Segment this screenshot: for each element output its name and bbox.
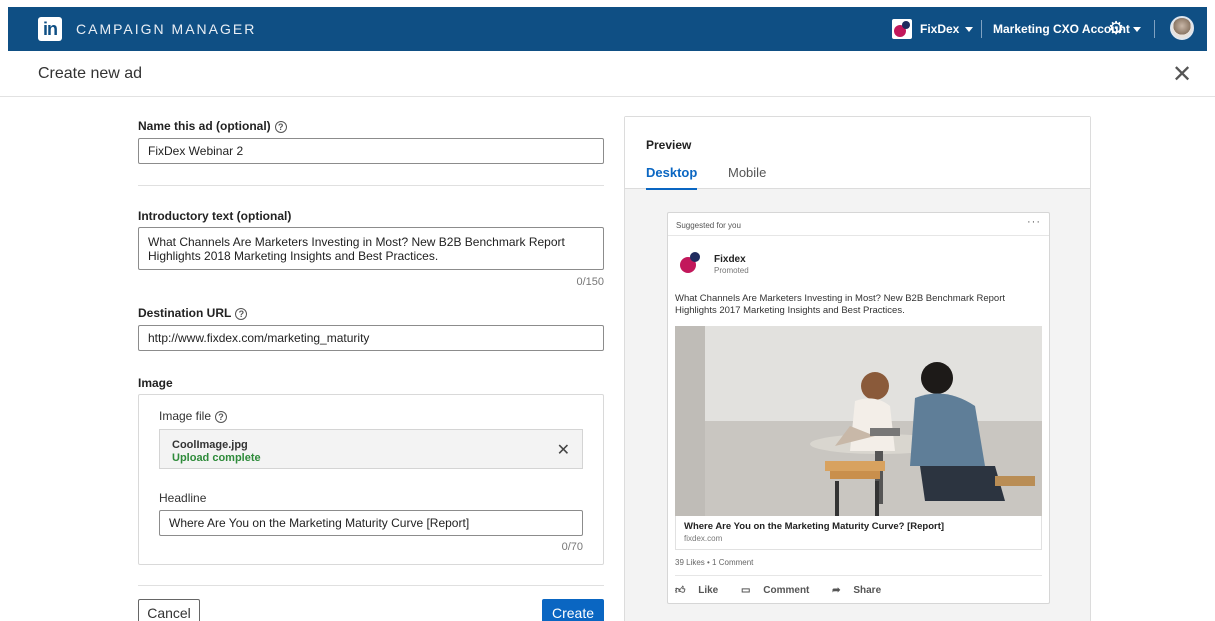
headline-input[interactable]: Where Are You on the Marketing Maturity … <box>159 510 583 536</box>
divider <box>1154 20 1155 38</box>
more-options-icon[interactable]: ··· <box>1027 216 1041 228</box>
destination-url-label-text: Destination URL <box>138 306 232 320</box>
engagement-counts: 39 Likes • 1 Comment <box>675 558 754 567</box>
uploaded-file: CoolImage.jpg Upload complete ✕ <box>159 429 583 469</box>
headline-char-counter: 0/70 <box>561 541 583 553</box>
image-file-label-text: Image file <box>159 409 212 423</box>
settings-chevron-down-icon[interactable] <box>1133 27 1141 32</box>
help-icon[interactable]: ? <box>274 121 287 133</box>
help-icon[interactable]: ? <box>215 411 228 423</box>
suggested-label: Suggested for you <box>676 221 741 230</box>
gear-icon[interactable]: ⚙ <box>1108 17 1124 39</box>
cancel-button[interactable]: Cancel <box>138 599 200 621</box>
like-label: Like <box>698 585 719 596</box>
headline-label: Headline <box>159 491 207 505</box>
post-text: What Channels Are Marketers Investing in… <box>675 293 1006 316</box>
share-label: Share <box>853 585 882 596</box>
ad-domain: fixdex.com <box>684 534 723 543</box>
promoted-label: Promoted <box>714 266 749 275</box>
thumbs-up-icon: 👍︎ <box>675 585 689 596</box>
company-logo-icon <box>680 252 700 273</box>
page-header: Create new ad ✕ <box>0 51 1215 97</box>
file-name: CoolImage.jpg <box>172 439 248 451</box>
ad-name-input[interactable]: FixDex Webinar 2 <box>138 138 604 164</box>
divider <box>675 575 1042 576</box>
name-ad-label: Name this ad (optional)? <box>138 119 287 133</box>
post-actions: 👍︎ Like ▭ Comment ➦ Share <box>675 584 901 596</box>
fixdex-account-logo-icon <box>892 19 912 39</box>
destination-url-input[interactable]: http://www.fixdex.com/marketing_maturity <box>138 325 604 351</box>
account-switcher[interactable]: FixDex <box>920 22 959 36</box>
image-file-label: Image file? <box>159 409 228 423</box>
preview-panel: Preview Desktop Mobile Suggested for you… <box>624 116 1091 621</box>
intro-text-label: Introductory text (optional) <box>138 209 292 223</box>
upload-status: Upload complete <box>172 452 261 464</box>
comment-action[interactable]: ▭ Comment <box>741 585 819 596</box>
preview-title: Preview <box>646 138 692 152</box>
company-name: Fixdex <box>714 254 746 265</box>
avatar[interactable] <box>1170 16 1194 40</box>
ad-headline-box[interactable]: Where Are You on the Marketing Maturity … <box>675 516 1042 550</box>
share-action[interactable]: ➦ Share <box>832 585 891 596</box>
page-title: Create new ad <box>38 65 143 82</box>
like-action[interactable]: 👍︎ Like <box>675 585 728 596</box>
divider <box>668 235 1049 236</box>
intro-char-counter: 0/150 <box>576 276 604 288</box>
sponsored-post-preview: Suggested for you ··· Fixdex Promoted Wh… <box>667 212 1050 604</box>
preview-header: Preview Desktop Mobile <box>625 117 1090 190</box>
image-section: Image file? CoolImage.jpg Upload complet… <box>138 394 604 565</box>
close-icon[interactable]: ✕ <box>1172 60 1192 89</box>
ad-headline: Where Are You on the Marketing Maturity … <box>684 521 945 532</box>
remove-file-close-icon[interactable]: ✕ <box>557 440 570 460</box>
name-ad-label-text: Name this ad (optional) <box>138 119 271 133</box>
destination-url-label: Destination URL? <box>138 306 248 320</box>
tab-desktop[interactable]: Desktop <box>646 165 698 190</box>
divider <box>138 585 604 586</box>
top-navigation-bar: in CAMPAIGN MANAGER FixDex Marketing CXO… <box>8 7 1207 51</box>
app-name: CAMPAIGN MANAGER <box>76 21 257 37</box>
intro-text-input[interactable]: What Channels Are Marketers Investing in… <box>138 227 604 270</box>
divider <box>138 185 604 186</box>
ad-image <box>675 326 1042 516</box>
image-section-label: Image <box>138 376 173 390</box>
linkedin-logo-icon[interactable]: in <box>38 17 62 41</box>
share-arrow-icon: ➦ <box>832 585 844 596</box>
account-chevron-down-icon[interactable] <box>965 27 973 32</box>
divider <box>981 20 982 38</box>
comment-icon: ▭ <box>741 585 754 596</box>
help-icon[interactable]: ? <box>235 308 248 320</box>
create-button[interactable]: Create <box>542 599 604 621</box>
tab-mobile[interactable]: Mobile <box>728 165 766 188</box>
comment-label: Comment <box>763 585 810 596</box>
